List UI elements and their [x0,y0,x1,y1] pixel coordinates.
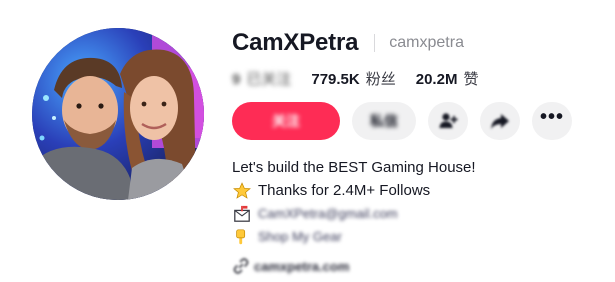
mailbox-icon [232,204,252,224]
following-count: 9 [232,70,241,88]
follow-button[interactable]: 关注 [232,102,340,140]
likes-stat: 20.2M 赞 [416,68,479,89]
display-name: CamXPetra [232,29,359,56]
bio-line-2: Thanks for 2.4M+ Follows [232,179,602,202]
follow-button-label: 关注 [272,113,300,129]
bio-line-email: CamXPetra@gmail.com [232,202,602,225]
likes-count: 20.2M [415,70,458,88]
star-icon [232,181,252,201]
link-icon [233,258,249,274]
bio-email: CamXPetra@gmail.com [258,206,398,221]
bio-shop: Shop My Gear [258,229,342,244]
followers-stat[interactable]: 779.5K 粉丝 [311,68,395,89]
add-friend-icon [439,113,458,128]
profile-info: CamXPetra camxpetra 9 已关注 779.5K 粉丝 20.2… [232,26,602,277]
more-options-icon: ••• [539,106,564,128]
add-friend-button[interactable] [428,102,468,140]
avatar-photo [32,28,204,200]
share-icon [491,114,509,129]
bio: Let's build the BEST Gaming House! Thank… [232,156,602,248]
name-row: CamXPetra camxpetra [232,26,602,60]
bio-line-shop: Shop My Gear [232,225,602,248]
username: camxpetra [389,34,464,51]
message-button[interactable]: 私信 [352,102,416,140]
more-options-button[interactable]: ••• [532,102,572,140]
stats-row: 9 已关注 779.5K 粉丝 20.2M 赞 [232,66,602,90]
following-stat[interactable]: 9 已关注 [232,68,291,89]
bio-line-1: Let's build the BEST Gaming House! [232,156,602,179]
bio-text-1: Let's build the BEST Gaming House! [232,159,476,176]
profile-link-text[interactable]: camxpetra.com [254,259,349,274]
message-button-label: 私信 [370,113,398,129]
avatar[interactable] [32,28,204,200]
followers-label: 粉丝 [365,70,396,88]
pointing-down-icon [232,227,252,247]
followers-count: 779.5K [311,70,360,88]
following-label: 已关注 [246,70,292,88]
likes-label: 赞 [463,70,479,88]
profile-link[interactable]: camxpetra.com [232,255,602,277]
actions-row: 关注 私信 ••• [232,102,602,140]
share-button[interactable] [480,102,520,140]
bio-text-2: Thanks for 2.4M+ Follows [258,182,431,199]
profile-header: CamXPetra camxpetra 9 已关注 779.5K 粉丝 20.2… [0,0,615,282]
name-divider [374,34,376,52]
